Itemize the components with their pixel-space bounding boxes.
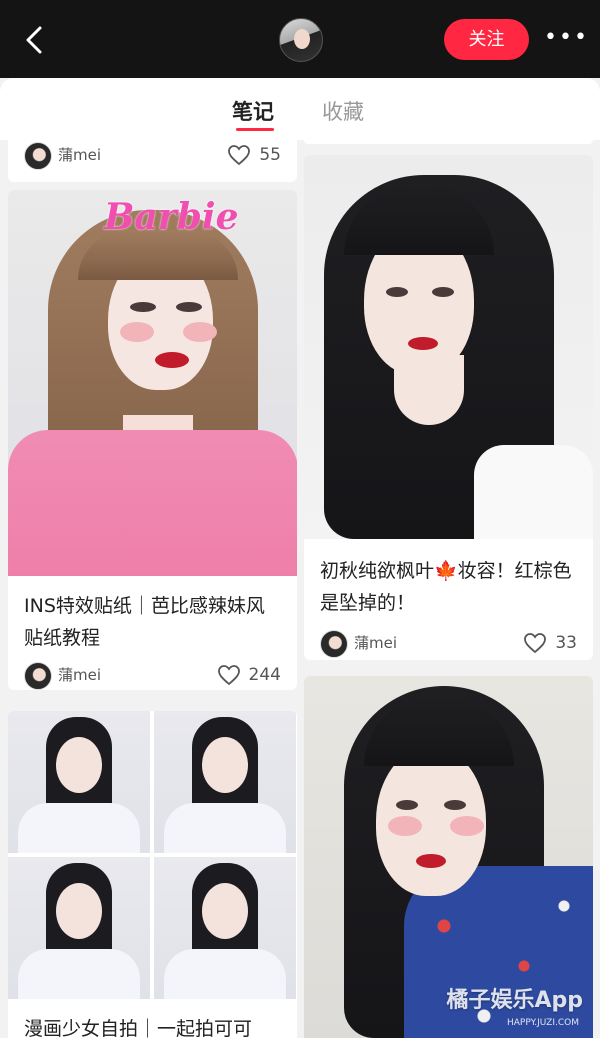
- tab-notes[interactable]: 笔记: [232, 96, 274, 126]
- author-avatar: [24, 662, 52, 690]
- author-name: 蒲mei: [58, 666, 102, 684]
- heart-icon: [217, 665, 240, 686]
- note-card[interactable]: Barbie INS特效贴纸｜芭比感辣妹风贴纸教程 蒲mei 244: [8, 190, 297, 690]
- note-cover-image: [8, 711, 297, 1011]
- tab-bar: 笔记 收藏: [0, 78, 600, 140]
- heart-icon: [524, 633, 547, 654]
- note-card[interactable]: 漫画少女自拍｜一起拍可可: [8, 711, 297, 1038]
- note-card[interactable]: 蒲mei 55: [8, 140, 297, 182]
- tab-favorites[interactable]: 收藏: [322, 96, 364, 126]
- note-cover-image: Barbie: [8, 190, 297, 576]
- like-count: 33: [555, 633, 577, 653]
- card-meta: 蒲mei 33: [320, 630, 577, 660]
- watermark-sub: HAPPY.JUZI.COM: [506, 1018, 579, 1028]
- active-tab-indicator: [236, 128, 274, 131]
- note-title: 初秋纯欲枫叶🍁妆容！红棕色是坠掉的！: [320, 560, 572, 614]
- note-cover-image: 橘子娱乐App HAPPY.JUZI.COM: [304, 676, 593, 1038]
- heart-icon: [228, 145, 251, 166]
- more-options-icon[interactable]: •••: [544, 26, 587, 54]
- back-icon[interactable]: [18, 22, 52, 58]
- author-avatar: [24, 142, 52, 170]
- watermark: 橘子娱乐App: [446, 988, 583, 1013]
- author-name: 蒲mei: [58, 146, 102, 164]
- like-button[interactable]: 33: [523, 630, 577, 656]
- like-count: 55: [259, 145, 281, 165]
- note-card[interactable]: 初秋纯欲枫叶🍁妆容！红棕色是坠掉的！ 蒲mei 33: [304, 155, 593, 660]
- card-meta: 蒲mei 55: [24, 142, 281, 172]
- profile-notes-sheet: 笔记 收藏 蒲mei 55 Barbie INS特效贴纸｜芭比感辣妹风贴纸教程 …: [0, 78, 600, 1038]
- like-count: 244: [248, 665, 281, 685]
- barbie-sticker: Barbie: [104, 196, 239, 238]
- author-name: 蒲mei: [354, 634, 398, 652]
- note-cover-image: [304, 155, 593, 539]
- like-button[interactable]: 244: [217, 662, 281, 688]
- note-title: INS特效贴纸｜芭比感辣妹风贴纸教程: [24, 595, 265, 649]
- profile-avatar[interactable]: [279, 18, 323, 62]
- follow-button[interactable]: 关注: [444, 19, 529, 60]
- note-title: 漫画少女自拍｜一起拍可可: [24, 1018, 253, 1038]
- card-meta: 蒲mei 244: [24, 662, 281, 690]
- note-card[interactable]: 橘子娱乐App HAPPY.JUZI.COM: [304, 676, 593, 1038]
- note-card-edge: [304, 140, 593, 144]
- like-button[interactable]: 55: [227, 142, 281, 168]
- author-avatar: [320, 630, 348, 658]
- top-bar: 关注 •••: [0, 0, 600, 78]
